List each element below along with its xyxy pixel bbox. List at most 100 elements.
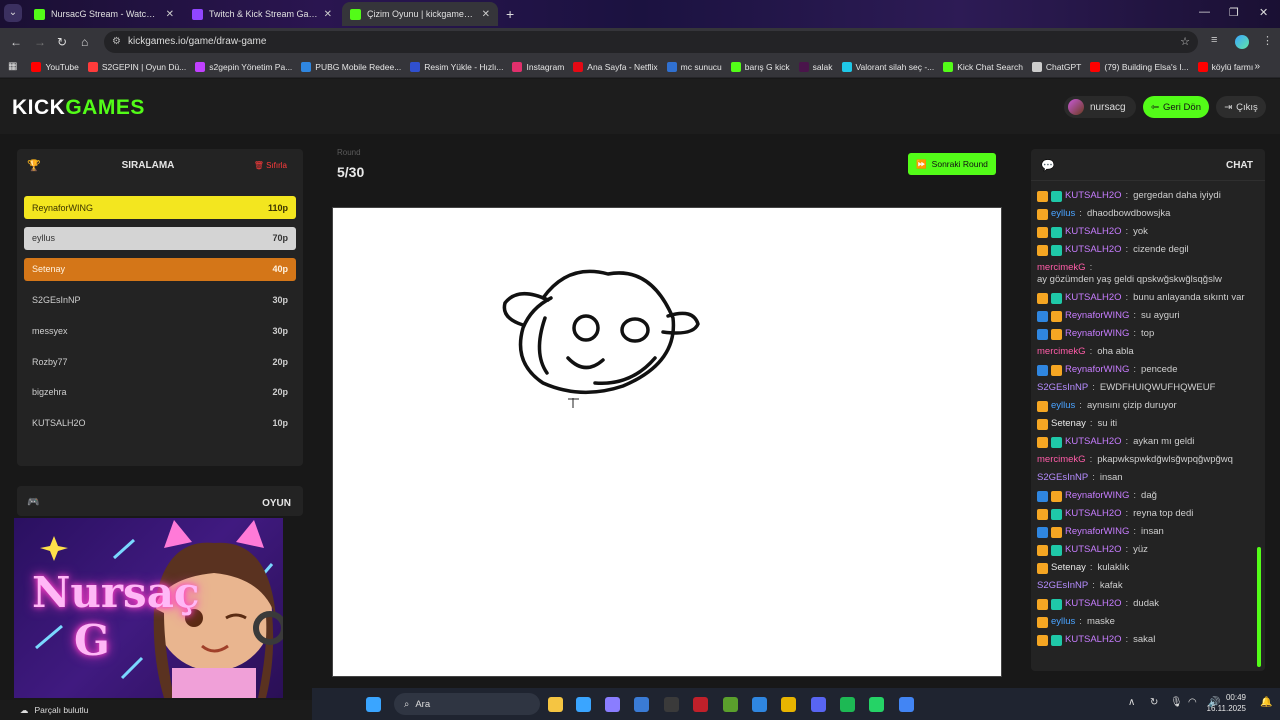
chat-username[interactable]: mercimekG [1037,262,1086,274]
close-tab-icon[interactable]: ✕ [482,9,490,20]
chat-scrollbar[interactable] [1257,187,1261,669]
bookmark-item[interactable]: Instagram [512,61,564,72]
browser-tab[interactable]: Çizim Oyunu | kickgames.io ✕ [342,2,498,26]
chat-username[interactable]: KUTSALH2O [1065,190,1122,202]
minimize-icon[interactable]: — [1199,6,1210,18]
chat-username[interactable]: eyllus [1051,208,1075,220]
tab-search-chevron-icon[interactable]: ⌄ [4,4,22,22]
chrome-icon[interactable] [781,697,796,712]
profile-avatar-icon[interactable] [1235,35,1249,49]
bookmark-item[interactable]: köylü farmı [1197,61,1253,72]
bookmark-item[interactable]: Resim Yükle - Hızlı... [410,61,503,72]
back-button[interactable]: ⇦ Geri Dön [1143,96,1209,118]
notepad-icon[interactable] [752,697,767,712]
site-info-icon[interactable]: ⚙ [112,36,121,47]
chat-username[interactable]: KUTSALH2O [1065,598,1122,610]
discord-icon[interactable] [811,697,826,712]
kickgames-logo[interactable]: KICKGAMES [12,96,145,120]
browser-tab[interactable]: Twitch & Kick Stream Games ✕ [184,2,340,26]
address-bar[interactable]: ⚙ kickgames.io/game/draw-game ☆ [104,31,1198,53]
windows-start-icon[interactable] [366,697,381,712]
extensions-icon[interactable]: ≡ [1211,34,1217,46]
bookmark-item[interactable]: (79) Building Elsa's I... [1090,61,1189,72]
chat-username[interactable]: eyllus [1051,400,1075,412]
chat-username[interactable]: KUTSALH2O [1065,634,1122,646]
chat-username[interactable]: Setenay [1051,562,1086,574]
chat-username[interactable]: ReynaforWING [1065,526,1129,538]
bookmark-item[interactable]: PUBG Mobile Redee... [301,61,401,72]
reload-icon[interactable]: ↻ [57,35,67,49]
restore-icon[interactable]: ❐ [1229,6,1239,19]
next-round-button[interactable]: ⏩ Sonraki Round [908,153,996,175]
exit-button[interactable]: ⇥ Çıkış [1216,96,1266,118]
chat-username[interactable]: mercimekG [1037,346,1086,358]
browser-tab[interactable]: NursacG Stream - Watch Live o ✕ [26,2,182,26]
chrome-active-icon[interactable] [899,697,914,712]
new-tab-plus-icon[interactable]: + [506,6,514,22]
forward-arrow-icon[interactable]: → [34,35,46,49]
address-url[interactable]: kickgames.io/game/draw-game [128,36,266,47]
chat-scroll-thumb[interactable] [1257,547,1261,667]
bookmark-item[interactable]: S2GEPIN | Oyun Dü... [87,61,186,72]
minecraft-icon[interactable] [723,697,738,712]
chat-username[interactable]: S2GEsInNP [1037,472,1088,484]
sync-icon[interactable]: ↻ [1150,697,1158,708]
taskbar-search[interactable]: ⌕ Ara [394,693,540,715]
chat-message: ReynaforWING: top [1037,325,1253,343]
store-icon[interactable] [634,697,649,712]
bookmark-item[interactable]: Valorant silah seç -... [841,61,934,72]
chat-username[interactable]: eyllus [1051,616,1075,628]
bookmark-item[interactable]: YouTube [31,61,79,72]
chat-username[interactable]: KUTSALH2O [1065,544,1122,556]
app-blue-icon[interactable] [576,697,591,712]
copilot-icon[interactable] [605,697,620,712]
chat-username[interactable]: KUTSALH2O [1065,508,1122,520]
leaderboard-row: Setenay 40p [24,257,296,281]
bookmark-item[interactable]: barış G kick [730,61,790,72]
taskbar-clock[interactable]: 00:49 16.11.2025 [1200,692,1246,714]
gold-badge-icon [1037,634,1048,646]
back-arrow-icon[interactable]: ← [10,35,22,49]
chat-username[interactable]: KUTSALH2O [1065,226,1122,238]
fast-forward-icon: ⏩ [916,158,927,169]
chat-username[interactable]: S2GEsInNP [1037,580,1088,592]
chat-username[interactable]: KUTSALH2O [1065,292,1122,304]
chat-username[interactable]: S2GEsInNP [1037,382,1088,394]
home-icon[interactable]: ⌂ [81,35,88,49]
chat-username[interactable]: ReynaforWING [1065,490,1129,502]
close-tab-icon[interactable]: ✕ [166,9,174,20]
chat-username[interactable]: ReynaforWING [1065,310,1129,322]
drawing-canvas[interactable] [332,207,1002,677]
browser-menu-icon[interactable]: ⋮ [1262,34,1273,47]
chat-text: reyna top dedi [1133,508,1194,519]
chat-username[interactable]: Setenay [1051,418,1086,430]
file-explorer-icon[interactable] [548,697,563,712]
bookmark-item[interactable]: mc sunucu [666,61,722,72]
terminal-icon[interactable] [693,697,708,712]
spotify-icon[interactable] [840,697,855,712]
more-bookmarks-icon[interactable]: » [1254,61,1260,72]
tray-chevron-icon[interactable]: ∧ [1128,697,1135,708]
bookmark-star-icon[interactable]: ☆ [1180,35,1190,48]
whatsapp-icon[interactable] [869,697,884,712]
obs-icon[interactable] [664,697,679,712]
chat-username[interactable]: mercimekG [1037,454,1086,466]
chat-username[interactable]: KUTSALH2O [1065,436,1122,448]
chat-username[interactable]: ReynaforWING [1065,364,1129,376]
reset-button[interactable]: 🗑 Sıfırla [254,161,287,170]
weather-status[interactable]: ☁ Parçalı bulutlu [0,700,312,720]
bookmark-item[interactable]: Ana Sayfa - Netflix [573,61,658,72]
bookmark-item[interactable]: Kick Chat Search [943,61,1023,72]
bookmark-item[interactable]: s2gepin Yönetim Pa... [195,61,292,72]
notification-bell-icon[interactable]: 🔔 [1260,697,1272,708]
user-pill[interactable]: nursacg [1064,96,1136,118]
chat-username[interactable]: ReynaforWING [1065,328,1129,340]
chat-username[interactable]: KUTSALH2O [1065,244,1122,256]
apps-grid-icon[interactable]: ▦ [8,61,17,72]
close-tab-icon[interactable]: ✕ [324,9,332,20]
mic-icon[interactable]: 🎙 [1170,697,1183,708]
wifi-icon[interactable]: ◠ [1188,697,1197,708]
bookmark-item[interactable]: salak [798,61,833,72]
close-window-icon[interactable]: ✕ [1259,6,1268,19]
bookmark-item[interactable]: ChatGPT [1031,61,1081,72]
